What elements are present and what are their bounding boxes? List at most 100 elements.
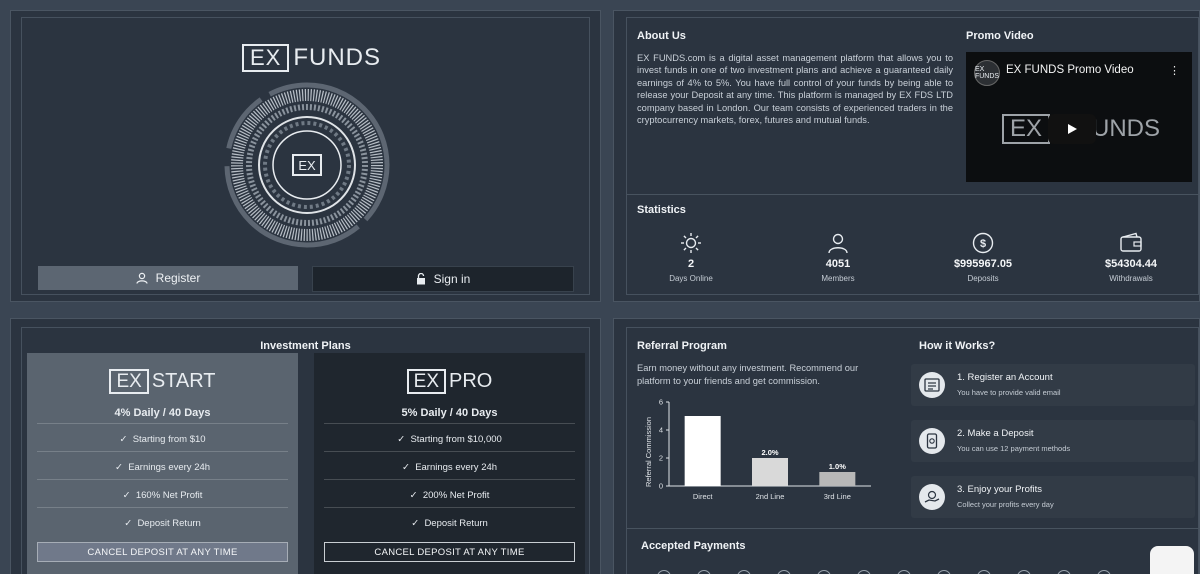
payment-icon <box>1017 570 1031 574</box>
chart-y-tick-label: 0 <box>659 482 663 491</box>
chart-data-label: 2.0% <box>761 448 778 457</box>
step-title: 3. Enjoy your Profits <box>957 484 1043 495</box>
cancel-deposit-button[interactable]: CANCEL DEPOSIT AT ANY TIME <box>37 542 288 562</box>
chart-y-tick-label: 6 <box>659 398 663 407</box>
stat-label: Members <box>821 274 855 283</box>
logo-box: EX <box>242 44 290 72</box>
payment-icon <box>817 570 831 574</box>
promo-video-title: Promo Video <box>966 30 1034 42</box>
deposit-icon <box>919 428 945 454</box>
chart-bar <box>684 416 721 486</box>
referral-divider <box>627 528 1200 529</box>
chart-ylabel: Referral Commission <box>644 417 653 487</box>
chart-x-tick-label: 3rd Line <box>824 492 851 501</box>
investment-title: Investment Plans <box>260 340 351 352</box>
step-title: 2. Make a Deposit <box>957 428 1034 439</box>
plan-feature: ✓ Starting from $10 <box>37 423 288 445</box>
video-logo-word: UNDS <box>1092 115 1161 142</box>
plan-logo-box: EX <box>406 369 446 394</box>
chart-x-tick-label: 2nd Line <box>756 492 785 501</box>
promo-video[interactable]: EX FUNDS EX FUNDS Promo Video ⋮ EX UNDS <box>966 52 1192 182</box>
stat-label: Deposits <box>967 274 999 283</box>
feature-text: Deposit Return <box>137 518 201 529</box>
plan-feature: ✓ Earnings every 24h <box>324 451 575 473</box>
step-title: 1. Register an Account <box>957 372 1053 383</box>
payment-icon <box>1097 570 1111 574</box>
feature-text: 200% Net Profit <box>422 490 490 501</box>
about-inner: About Us EX FUNDS.com is a digital asset… <box>626 17 1200 295</box>
cancel-deposit-button[interactable]: CANCEL DEPOSIT AT ANY TIME <box>324 542 575 562</box>
chart-bar <box>752 458 788 486</box>
plan-feature: ✓ Deposit Return <box>37 507 288 529</box>
payment-icon <box>857 570 871 574</box>
chat-widget-button[interactable] <box>1150 546 1194 574</box>
about-text: EX FUNDS.com is a digital asset manageme… <box>637 53 953 126</box>
plan-feature: ✓ Earnings every 24h <box>37 451 288 473</box>
chart-y-tick-label: 4 <box>659 426 663 435</box>
more-vert-icon[interactable]: ⋮ <box>1169 64 1180 77</box>
chart-bar <box>819 472 856 486</box>
feature-text: Earnings every 24h <box>128 462 211 473</box>
referral-inner: Referral Program Earn money without any … <box>626 327 1200 574</box>
chart-bars: Direct 2nd Line 2.0% 3rd Line 1.0% <box>684 416 856 501</box>
stat-value: $54304.44 <box>1105 258 1157 270</box>
payment-icons <box>657 570 1111 574</box>
plan-start-logo: EX START <box>27 369 298 394</box>
payment-icon <box>777 570 791 574</box>
account-icon <box>919 372 945 398</box>
plan-logo-word: START <box>151 370 216 392</box>
step-deposit: 2. Make a Deposit You can use 12 payment… <box>911 420 1195 462</box>
feature-text: Starting from $10,000 <box>410 434 502 445</box>
stat-days-online: 2 Days Online <box>631 232 751 283</box>
feature-text: 160% Net Profit <box>135 490 203 501</box>
plan-pro-logo: EX PRO <box>314 369 585 394</box>
exfunds-logo: EX FUNDS <box>242 44 381 72</box>
chart-x-tick-label: Direct <box>693 492 714 501</box>
hero-panel: EX FUNDS EX Register Sign in <box>10 10 601 302</box>
plan-logo-box: EX <box>109 369 149 394</box>
plan-pro: EX PRO 5% Daily / 40 Days ✓ Starting fro… <box>314 353 585 574</box>
referral-text: Earn money without any investment. Recom… <box>637 363 859 386</box>
accepted-payments-title: Accepted Payments <box>641 540 746 552</box>
stat-label: Withdrawals <box>1109 274 1153 283</box>
sun-icon <box>681 233 701 253</box>
chart-y-tick-label: 2 <box>659 454 663 463</box>
plan-feature: ✓ 160% Net Profit <box>37 479 288 501</box>
register-label: Register <box>155 271 201 285</box>
payment-icon <box>937 570 951 574</box>
video-logo-box: EX <box>1002 114 1051 144</box>
step-register: 1. Register an Account You have to provi… <box>911 364 1195 406</box>
channel-avatar: EX FUNDS <box>974 60 1000 86</box>
signin-button[interactable]: Sign in <box>312 266 574 292</box>
plan-start: EX START 4% Daily / 40 Days ✓ Starting f… <box>27 353 298 574</box>
user-icon <box>828 233 848 254</box>
referral-chart: Referral Commission 0 2 4 6 Direct 2nd Line 2… <box>644 398 871 501</box>
plan-rate: 4% Daily / 40 Days <box>114 407 211 419</box>
statistics-title: Statistics <box>637 204 686 216</box>
about-divider <box>627 194 1200 195</box>
register-button[interactable]: Register <box>38 266 298 290</box>
emblem-graphic: EX <box>222 80 392 250</box>
play-button[interactable] <box>1048 114 1096 144</box>
payment-icon <box>737 570 751 574</box>
lock-icon <box>416 273 425 285</box>
feature-text: Deposit Return <box>424 518 488 529</box>
video-title[interactable]: EX FUNDS Promo Video <box>1006 64 1134 76</box>
emblem-svg: EX <box>224 82 390 248</box>
payment-icon <box>697 570 711 574</box>
step-desc: You have to provide valid email <box>957 388 1061 397</box>
plan-feature: ✓ Starting from $10,000 <box>324 423 575 445</box>
stat-label: Days Online <box>669 274 713 283</box>
plan-feature: ✓ 200% Net Profit <box>324 479 575 501</box>
stat-withdrawals: $54304.44 Withdrawals <box>1071 232 1191 283</box>
payment-icon <box>977 570 991 574</box>
plan-rate: 5% Daily / 40 Days <box>401 407 498 419</box>
stat-value: 4051 <box>825 258 851 270</box>
dollar-icon: $ <box>972 232 994 254</box>
investment-panel: Investment Plans EX START 4% Daily / 40 … <box>10 318 601 574</box>
feature-text: Starting from $10 <box>132 434 206 445</box>
referral-title: Referral Program <box>637 340 727 352</box>
stat-members: 4051 Members <box>778 232 898 283</box>
referral-panel: Referral Program Earn money without any … <box>613 318 1200 574</box>
user-icon <box>136 272 148 284</box>
